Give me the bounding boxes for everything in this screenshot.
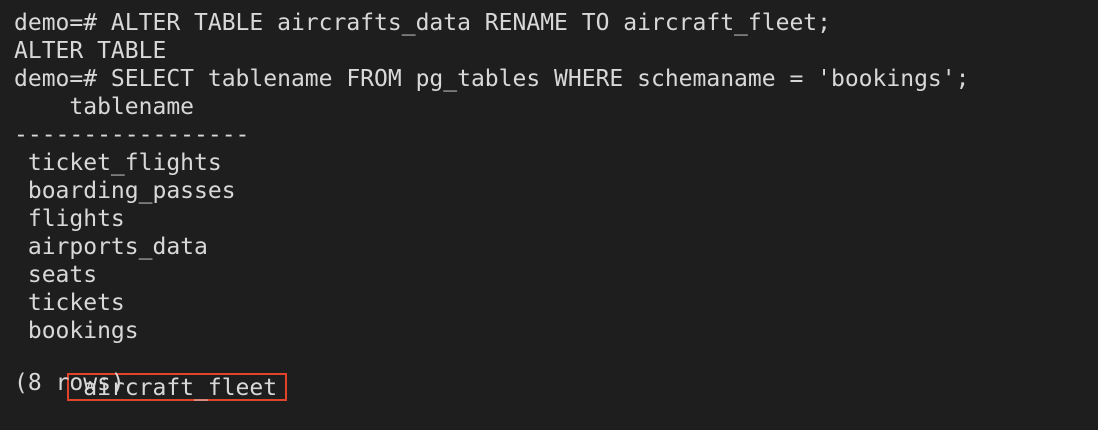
column-header-tablename: tablename <box>14 94 195 120</box>
command-alter-table: demo=# ALTER TABLE aircrafts_data RENAME… <box>14 10 831 36</box>
result-row: seats <box>14 262 98 288</box>
result-row: boarding_passes <box>14 178 236 204</box>
result-row: tickets <box>14 290 125 316</box>
result-row: flights <box>14 206 125 232</box>
terminal-window[interactable]: demo=# ALTER TABLE aircrafts_data RENAME… <box>0 0 1098 412</box>
result-row: bookings <box>14 318 139 344</box>
result-row: airports_data <box>14 234 208 260</box>
command-select-tables: demo=# SELECT tablename FROM pg_tables W… <box>14 66 970 92</box>
alter-table-result: ALTER TABLE <box>14 38 167 64</box>
result-row: ticket_flights <box>14 150 222 176</box>
header-separator: ----------------- <box>14 122 250 148</box>
